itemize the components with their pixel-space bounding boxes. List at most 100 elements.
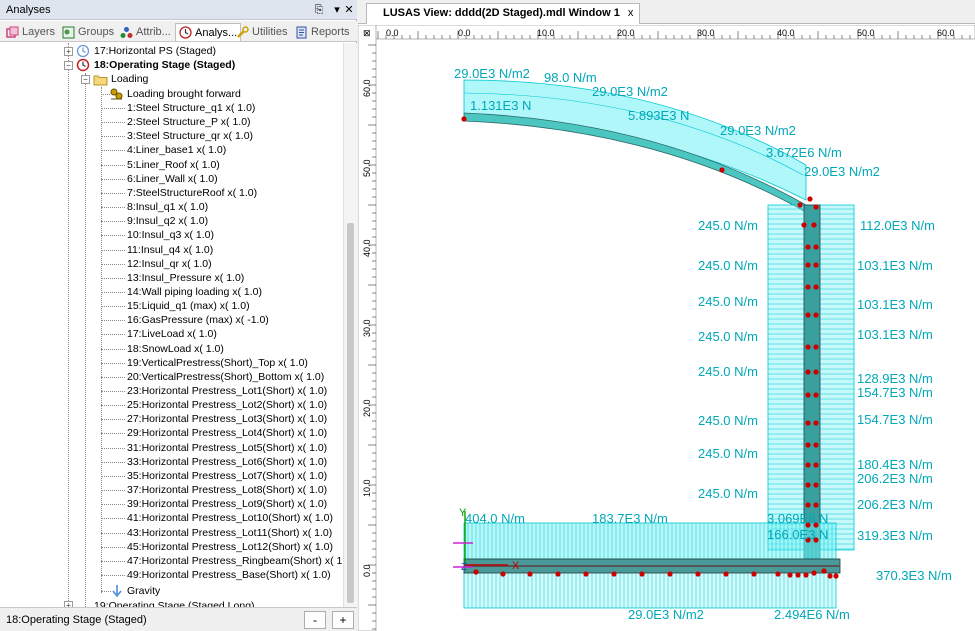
tree-item-load-case[interactable]: 29:Horizontal Prestress_Lot4(Short) x( 1… bbox=[127, 426, 327, 440]
support-marker bbox=[813, 420, 819, 426]
tree-item-gravity[interactable]: Gravity bbox=[127, 584, 160, 598]
support-marker bbox=[811, 222, 817, 228]
collapse-button[interactable]: - bbox=[304, 611, 326, 629]
tree-item-load-case[interactable]: 9:Insul_q2 x( 1.0) bbox=[127, 214, 208, 228]
tree-item-load-case[interactable]: 25:Horizontal Prestress_Lot2(Short) x( 1… bbox=[127, 398, 327, 412]
load-label: 245.0 N/m bbox=[698, 218, 758, 233]
support-marker bbox=[805, 420, 811, 426]
tab-utilities[interactable]: Utilities bbox=[233, 23, 290, 41]
tree-item-loading-brought-forward[interactable]: Loading brought forward bbox=[127, 87, 241, 101]
tree-item-load-case[interactable]: 16:GasPressure (max) x( -1.0) bbox=[127, 313, 269, 327]
model-canvas[interactable]: ⊠ 0.0 0.0 10.0 20.0 30.0 40.0 50.0 60.0 … bbox=[358, 25, 975, 631]
tree-branch bbox=[101, 419, 125, 420]
view-tabbar: LUSAS View: dddd(2D Staged).mdl Window 1… bbox=[358, 0, 975, 24]
support-marker bbox=[805, 262, 811, 268]
support-marker bbox=[797, 202, 803, 208]
load-label: 103.1E3 N/m bbox=[857, 258, 933, 273]
tree-item-load-case[interactable]: 11:Insul_q4 x( 1.0) bbox=[127, 243, 213, 257]
tree-item-load-case[interactable]: 18:SnowLoad x( 1.0) bbox=[127, 342, 224, 356]
tree-item-load-case[interactable]: 47:Horizontal Prestress_Ringbeam(Short) … bbox=[127, 554, 343, 568]
tree-item-load-case[interactable]: 2:Steel Structure_P x( 1.0) bbox=[127, 115, 251, 129]
tree-item-load-case[interactable]: 8:Insul_q1 x( 1.0) bbox=[127, 200, 208, 214]
tab-label: Analys... bbox=[195, 26, 238, 39]
tab-label: Attrib... bbox=[136, 26, 171, 38]
tree-item-load-case[interactable]: 20:VerticalPrestress(Short)_Bottom x( 1.… bbox=[127, 370, 324, 384]
tree-scrollbar[interactable] bbox=[343, 43, 357, 607]
tree-item-load-case[interactable]: 23:Horizontal Prestress_Lot1(Short) x( 1… bbox=[127, 384, 327, 398]
tree-item-load-case[interactable]: 7:SteelStructureRoof x( 1.0) bbox=[127, 186, 257, 200]
load-label: 154.7E3 N/m bbox=[857, 385, 933, 400]
tree-branch bbox=[101, 533, 125, 534]
support-marker bbox=[775, 571, 781, 577]
support-marker bbox=[813, 262, 819, 268]
tab-reports[interactable]: Reports bbox=[292, 23, 353, 41]
tree-branch bbox=[101, 136, 125, 137]
tree-item-load-case[interactable]: 39:Horizontal Prestress_Lot9(Short) x( 1… bbox=[127, 497, 327, 511]
support-marker bbox=[787, 572, 793, 578]
tree-item-loading[interactable]: Loading bbox=[111, 72, 148, 86]
tree-item-load-case[interactable]: 43:Horizontal Prestress_Lot11(Short) x( … bbox=[127, 526, 332, 540]
reports-icon bbox=[296, 26, 307, 38]
tree-item-load-case[interactable]: 5:Liner_Roof x( 1.0) bbox=[127, 158, 220, 172]
support-marker bbox=[805, 442, 811, 448]
tree-item-load-case[interactable]: 37:Horizontal Prestress_Lot8(Short) x( 1… bbox=[127, 483, 327, 497]
support-marker bbox=[813, 312, 819, 318]
tree-item-load-case[interactable]: 3:Steel Structure_qr x( 1.0) bbox=[127, 129, 253, 143]
view-tab[interactable]: LUSAS View: dddd(2D Staged).mdl Window 1… bbox=[366, 3, 641, 24]
support-marker bbox=[813, 344, 819, 350]
tree-item-load-case[interactable]: 41:Horizontal Prestress_Lot10(Short) x( … bbox=[127, 511, 333, 525]
tree-item-load-case[interactable]: 33:Horizontal Prestress_Lot6(Short) x( 1… bbox=[127, 455, 327, 469]
tree-item-load-case[interactable]: 45:Horizontal Prestress_Lot12(Short) x( … bbox=[127, 540, 333, 554]
close-icon[interactable]: ✕ bbox=[342, 3, 356, 17]
collapse-toggle[interactable]: − bbox=[81, 75, 90, 84]
load-label: 29.0E3 N/m2 bbox=[592, 84, 668, 99]
x-ruler-label: 40.0 bbox=[777, 28, 795, 38]
collapse-toggle[interactable]: − bbox=[64, 61, 73, 70]
y-ruler-label: 30.0 bbox=[362, 319, 372, 337]
scrollbar-thumb[interactable] bbox=[347, 223, 354, 603]
tree-item-load-case[interactable]: 17:LiveLoad x( 1.0) bbox=[127, 327, 217, 341]
x-axis-label: X bbox=[512, 560, 520, 572]
support-marker bbox=[473, 569, 479, 575]
tree-branch bbox=[101, 405, 125, 406]
tab-layers[interactable]: Layers bbox=[3, 23, 58, 41]
tree-item-load-case[interactable]: 31:Horizontal Prestress_Lot5(Short) x( 1… bbox=[127, 441, 327, 455]
expand-toggle[interactable]: + bbox=[64, 47, 73, 56]
tree-item-analysis-17[interactable]: 17:Horizontal PS (Staged) bbox=[94, 44, 216, 58]
load-label: 29.0E3 N/m2 bbox=[454, 66, 530, 81]
tab-groups[interactable]: Groups bbox=[59, 23, 117, 41]
tree-item-analysis-19[interactable]: 19:Operating Stage (Staged Long) bbox=[94, 599, 255, 607]
support-marker bbox=[827, 573, 833, 579]
support-marker bbox=[813, 502, 819, 508]
load-label: 1.131E3 N bbox=[470, 98, 531, 113]
tree-item-load-case[interactable]: 13:Insul_Pressure x( 1.0) bbox=[127, 271, 244, 285]
panel-title: Analyses bbox=[6, 4, 51, 16]
tree-item-load-case[interactable]: 4:Liner_base1 x( 1.0) bbox=[127, 143, 226, 157]
tree-item-load-case[interactable]: 15:Liquid_q1 (max) x( 1.0) bbox=[127, 299, 250, 313]
tree-item-load-case[interactable]: 12:Insul_qr x( 1.0) bbox=[127, 257, 212, 271]
tree-item-load-case[interactable]: 19:VerticalPrestress(Short)_Top x( 1.0) bbox=[127, 356, 308, 370]
tab-attributes[interactable]: Attrib... bbox=[117, 23, 174, 41]
tree-item-load-case[interactable]: 6:Liner_Wall x( 1.0) bbox=[127, 172, 218, 186]
tree-item-load-case[interactable]: 27:Horizontal Prestress_Lot3(Short) x( 1… bbox=[127, 412, 327, 426]
expand-button[interactable]: + bbox=[332, 611, 354, 629]
tree-item-load-case[interactable]: 10:Insul_q3 x( 1.0) bbox=[127, 228, 214, 242]
tree-item-load-case[interactable]: 49:Horizontal Prestress_Base(Short) x( 1… bbox=[127, 568, 331, 582]
load-label: 206.2E3 N/m bbox=[857, 471, 933, 486]
tree-branch bbox=[101, 179, 125, 180]
close-icon[interactable]: x bbox=[628, 7, 634, 19]
tree-item-load-case[interactable]: 14:Wall piping loading x( 1.0) bbox=[127, 285, 262, 299]
support-marker bbox=[813, 462, 819, 468]
panel-tabs: Layers Groups Attrib... Analys... Utilit… bbox=[0, 21, 357, 42]
load-label: 3.069E6 N bbox=[767, 511, 828, 526]
tab-analyses[interactable]: Analys... bbox=[175, 23, 242, 41]
tree-item-load-case[interactable]: 1:Steel Structure_q1 x( 1.0) bbox=[127, 101, 255, 115]
tree-item-analysis-18[interactable]: 18:Operating Stage (Staged) bbox=[94, 58, 235, 72]
load-label: 103.1E3 N/m bbox=[857, 297, 933, 312]
pin-icon[interactable]: ⎘ bbox=[312, 3, 326, 17]
tree-item-load-case[interactable]: 35:Horizontal Prestress_Lot7(Short) x( 1… bbox=[127, 469, 327, 483]
y-ruler-label: 60.0 bbox=[362, 79, 372, 97]
support-marker bbox=[719, 167, 725, 173]
support-marker bbox=[805, 369, 811, 375]
tree-branch bbox=[101, 320, 125, 321]
